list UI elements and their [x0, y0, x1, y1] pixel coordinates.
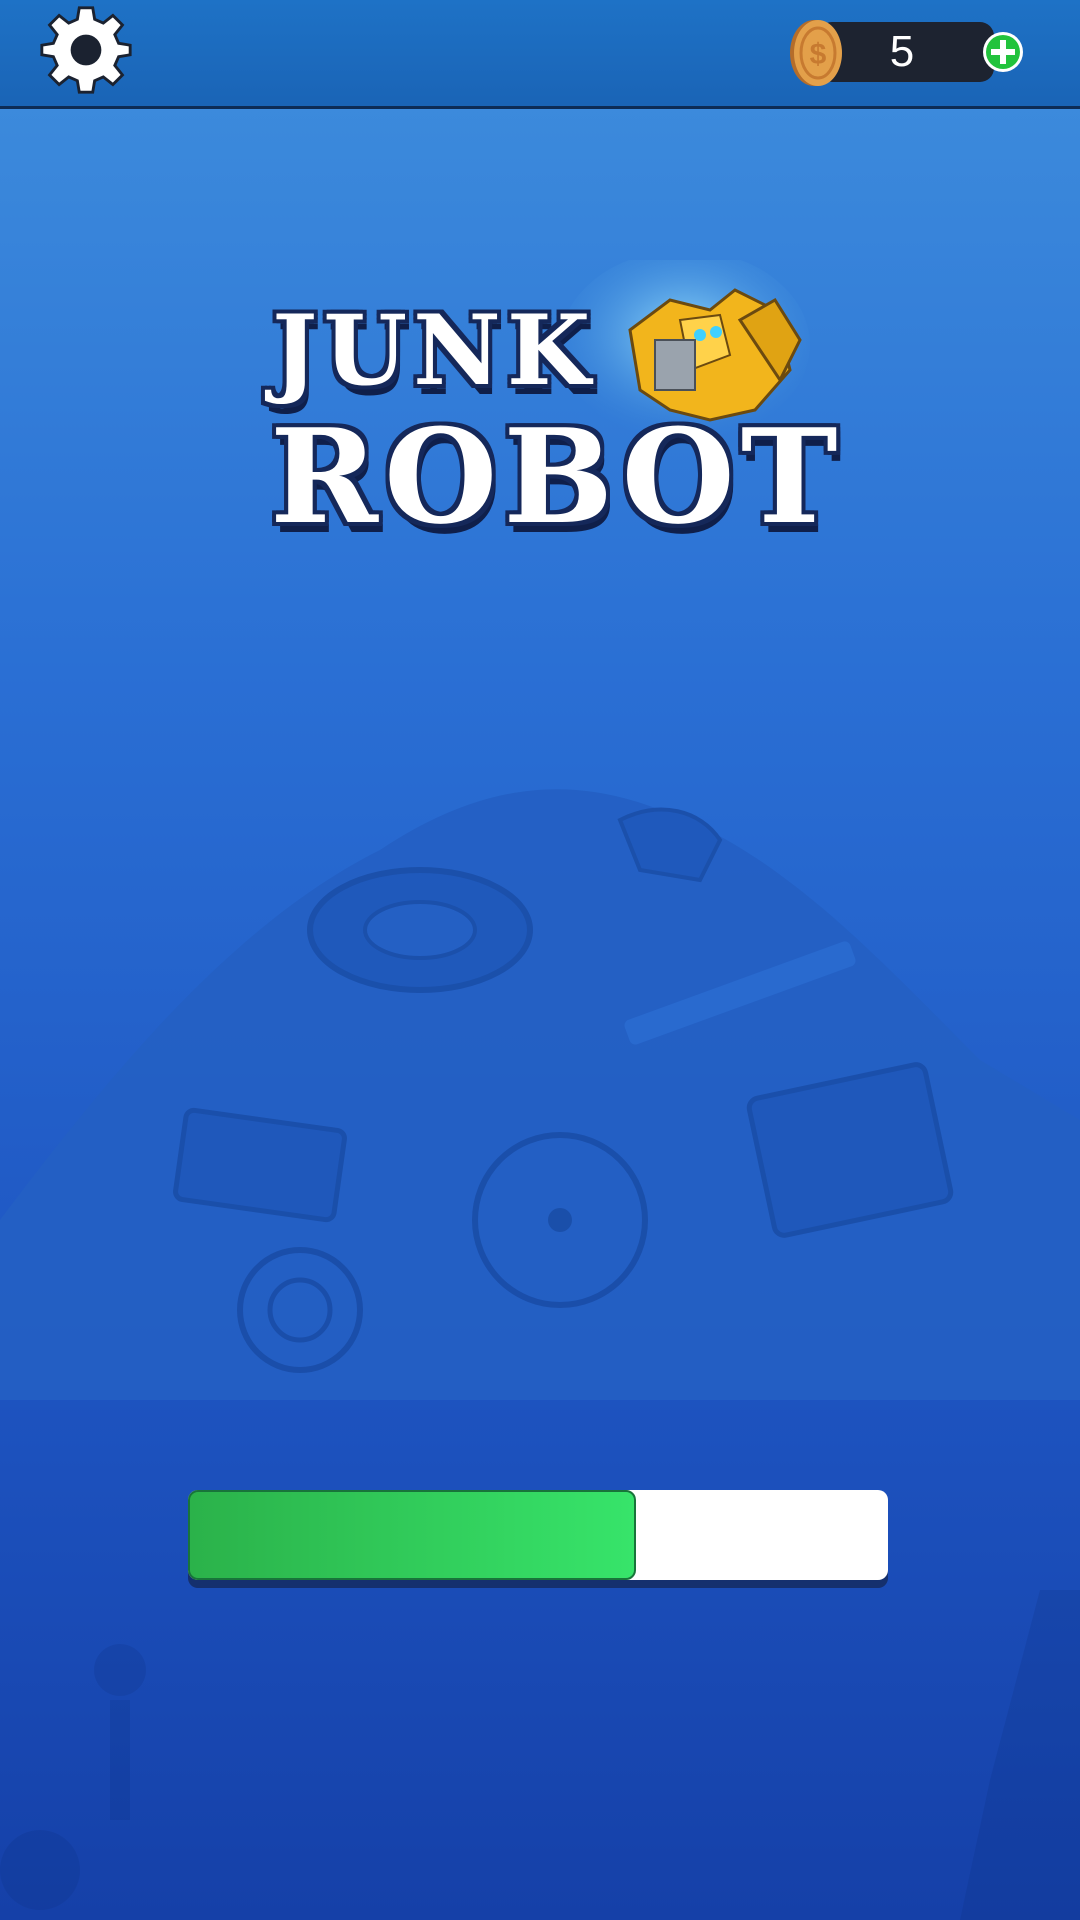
- game-screen: 5 $ JUNK ROBOT: [0, 0, 1080, 1920]
- corner-decoration-left: [0, 1644, 146, 1910]
- gear-icon: [40, 6, 132, 94]
- loading-progress-bar: [188, 1490, 888, 1580]
- logo-title-line1: JUNK: [272, 294, 597, 407]
- coin-counter: 5 $: [790, 20, 1023, 86]
- corner-decoration-right: [960, 1590, 1080, 1920]
- top-bar: 5 $: [0, 0, 1080, 109]
- logo-title-line2: ROBOT: [270, 400, 844, 553]
- junk-pile-background: [0, 789, 1080, 1400]
- add-coins-button[interactable]: [982, 31, 1024, 73]
- coin-count: 5: [889, 27, 915, 76]
- svg-text:$: $: [810, 38, 827, 71]
- game-logo: JUNK ROBOT: [260, 260, 838, 553]
- plus-icon: [983, 32, 1023, 72]
- loading-progress-fill: [188, 1490, 636, 1580]
- coin-icon: $: [790, 20, 842, 86]
- settings-button[interactable]: [38, 2, 134, 98]
